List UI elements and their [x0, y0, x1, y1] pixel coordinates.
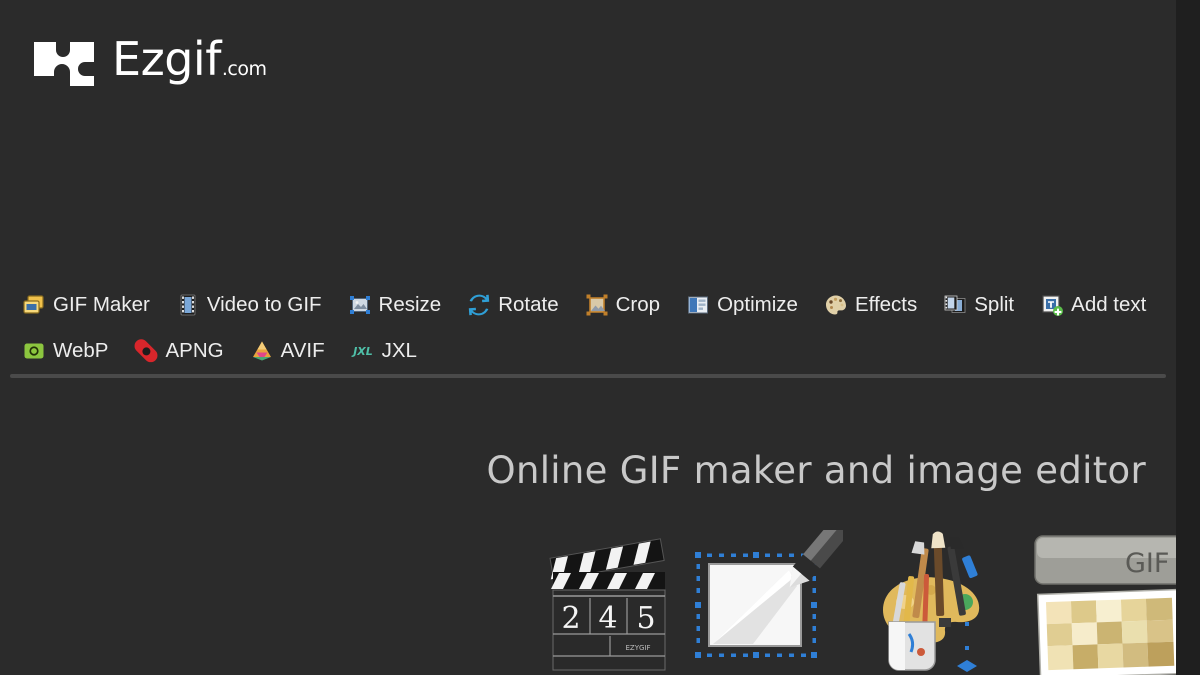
webp-icon: [24, 343, 44, 359]
hero-illustrations: 2 4 5 EZYGIF GIF: [545, 530, 1176, 675]
nav-row-secondary: WebP APNG AVIF JXL JXL: [22, 328, 1154, 374]
gif-frames-stack-illustration: GIF: [1034, 535, 1176, 675]
nav-item-avif[interactable]: AVIF: [250, 339, 325, 363]
site-logo-text: Ezgif .com: [112, 36, 267, 82]
nav-label: Effects: [854, 292, 918, 316]
nav-label: Rotate: [498, 292, 559, 316]
jxl-icon: JXL: [351, 345, 373, 358]
clapper-number-5: 5: [636, 601, 655, 636]
site-header: Ezgif .com: [0, 0, 1176, 250]
nav-item-crop[interactable]: Crop: [585, 293, 660, 317]
nav-item-add-text[interactable]: Add text: [1040, 293, 1146, 317]
nav-label: WebP: [53, 338, 109, 362]
nav-label: Video to GIF: [206, 292, 322, 316]
nav-item-effects[interactable]: Effects: [824, 293, 917, 317]
nav-label: Split: [974, 292, 1015, 316]
gif-maker-icon: [23, 295, 44, 314]
split-icon: [944, 295, 966, 313]
site-logo-link[interactable]: Ezgif .com: [30, 28, 267, 90]
nav-row-primary: GIF Maker Video to GIF Resize Rotate Cro…: [22, 282, 1154, 328]
svg-text:JXL: JXL: [351, 345, 373, 358]
video-to-gif-icon: [180, 294, 196, 316]
nav-label: GIF Maker: [53, 292, 150, 316]
clapper-number-4: 4: [598, 601, 617, 636]
page-container: Ezgif .com GIF Maker Video to GIF Resize…: [0, 0, 1176, 675]
image-editor-pen-illustration: [695, 530, 843, 658]
crop-icon: [586, 294, 608, 316]
nav-label: JXL: [381, 338, 417, 362]
clapper-number-2: 2: [561, 601, 580, 636]
nav-item-rotate[interactable]: Rotate: [467, 292, 559, 317]
logo-wordmark: Ezgif: [112, 32, 221, 86]
section-divider: [10, 374, 1166, 378]
nav-item-optimize[interactable]: Optimize: [686, 293, 798, 317]
optimize-icon: [688, 296, 709, 314]
add-text-icon: [1042, 295, 1064, 316]
main-content: Online GIF maker and image editor 2 4 5 …: [0, 390, 1176, 675]
nav-label: Crop: [615, 292, 661, 316]
nav-label: Optimize: [717, 292, 798, 316]
nav-item-resize[interactable]: Resize: [348, 292, 442, 317]
clapper-sublabel: EZYGIF: [625, 644, 650, 652]
avif-icon: [252, 341, 271, 361]
rotate-icon: [469, 294, 490, 316]
paint-palette-brushes-illustration: [883, 531, 980, 672]
nav-item-jxl[interactable]: JXL JXL: [351, 339, 417, 363]
main-navigation: GIF Maker Video to GIF Resize Rotate Cro…: [0, 282, 1176, 374]
nav-item-gif-maker[interactable]: GIF Maker: [22, 293, 150, 317]
nav-label: Add text: [1071, 292, 1147, 316]
gif-label: GIF: [1125, 548, 1169, 579]
nav-label: Resize: [378, 292, 442, 316]
page-gutter: [1176, 0, 1200, 675]
nav-label: APNG: [165, 338, 224, 362]
clapperboard-illustration: 2 4 5 EZYGIF: [549, 538, 666, 671]
logo-tld: .com: [221, 58, 267, 80]
nav-item-video-to-gif[interactable]: Video to GIF: [176, 293, 322, 317]
nav-item-webp[interactable]: WebP: [22, 339, 108, 363]
nav-item-split[interactable]: Split: [943, 293, 1014, 317]
ezgif-puzzle-logo-icon: [34, 42, 94, 86]
effects-palette-icon: [825, 295, 846, 315]
page-title: Online GIF maker and image editor: [486, 448, 1146, 492]
nav-label: AVIF: [280, 338, 325, 362]
resize-icon: [349, 296, 370, 314]
nav-item-apng[interactable]: APNG: [134, 338, 224, 363]
apng-icon: [135, 339, 158, 363]
